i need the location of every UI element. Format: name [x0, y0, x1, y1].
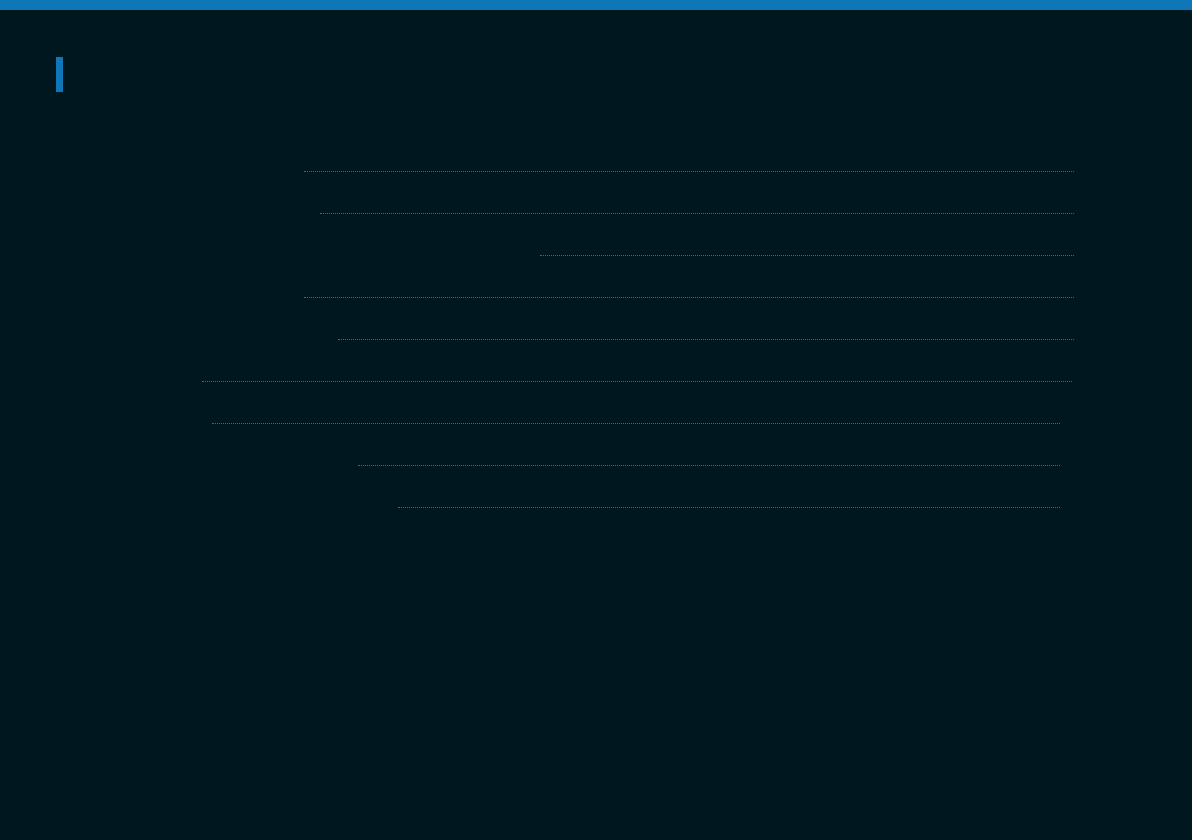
toc-leader [398, 507, 1060, 508]
toc-entry[interactable] [56, 152, 1076, 172]
toc-leader [202, 381, 1072, 382]
toc-leader [304, 297, 1074, 298]
table-of-contents [0, 0, 1192, 840]
toc-leader [540, 255, 1074, 256]
toc-leader [304, 171, 1074, 172]
toc-entry[interactable] [56, 446, 1076, 466]
toc-leader [338, 339, 1074, 340]
toc-entry[interactable] [56, 320, 1076, 340]
toc-leader [320, 213, 1074, 214]
toc-entry[interactable] [56, 404, 1076, 424]
toc-entry[interactable] [56, 236, 1076, 256]
toc-entry[interactable] [56, 362, 1076, 382]
toc-leader [212, 423, 1060, 424]
toc-entry[interactable] [56, 194, 1076, 214]
toc-leader [358, 465, 1060, 466]
toc-entry[interactable] [56, 278, 1076, 298]
toc-entry[interactable] [56, 488, 1076, 508]
